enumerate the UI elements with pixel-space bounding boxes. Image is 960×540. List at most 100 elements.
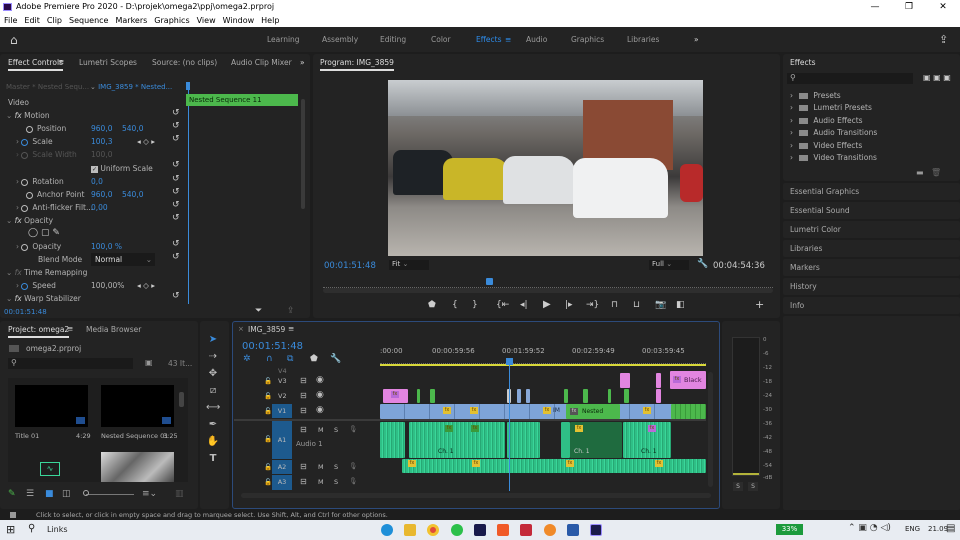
add-marker-icon[interactable]: ⬟ [428, 299, 436, 311]
timeline-horizontal-scrollbar[interactable] [241, 493, 711, 498]
pen-tool-icon[interactable]: ✒ [206, 418, 220, 432]
panel-essential-graphics[interactable]: Essential Graphics [783, 183, 960, 200]
effects-search-input[interactable]: ⚲ [787, 73, 913, 84]
anchor-x-value[interactable]: 960,0 [91, 188, 112, 201]
project-scrollbar[interactable] [179, 392, 184, 407]
track-select-tool-icon[interactable]: ⇢ [206, 350, 220, 364]
reset-icon[interactable]: ↺ [172, 108, 180, 118]
comparison-view-icon[interactable]: ◧ [676, 299, 685, 311]
workspace-libraries[interactable]: Libraries [627, 27, 659, 52]
ec-scrollbar[interactable] [301, 99, 305, 209]
solo-left-button[interactable]: S [733, 482, 743, 491]
sort-icon[interactable]: ≡⌄ [142, 489, 157, 499]
menu-file[interactable]: File [4, 14, 17, 27]
new-folder-icon[interactable]: ▬ [916, 168, 924, 177]
thumbnail-title-01[interactable] [15, 385, 88, 427]
home-icon[interactable]: ⌂ [10, 33, 18, 47]
menu-window[interactable]: Window [223, 14, 255, 27]
menu-edit[interactable]: Edit [24, 14, 40, 27]
find-icon[interactable]: ▣ [145, 358, 153, 367]
timeline-timecode[interactable]: 00:01:51:48 [242, 341, 303, 352]
track-label-a1[interactable]: A1 [272, 421, 292, 459]
voice-over-icon[interactable]: 🎙 [349, 425, 357, 433]
anti-flicker-value[interactable]: 0,00 [91, 201, 108, 214]
effects-item-audio-transitions[interactable]: › Audio Transitions [790, 128, 877, 137]
track-label-a3[interactable]: A3 [272, 475, 292, 490]
clip-a1[interactable] [507, 422, 540, 458]
clip-v2[interactable] [608, 389, 611, 403]
thumbnail-video-clip[interactable] [101, 452, 174, 482]
tab-audio-clip-mixer[interactable]: Audio Clip Mixer [231, 58, 292, 67]
clip-v2[interactable] [517, 389, 521, 403]
lock-icon[interactable]: 🔓 [264, 407, 272, 415]
razor-tool-icon[interactable]: ⧄ [206, 384, 220, 398]
clip-a1[interactable]: fx Ch. 1 [623, 422, 671, 458]
settings-wrench-icon[interactable]: 🔧 [697, 259, 708, 269]
freeform-view-icon[interactable]: ◫ [62, 489, 71, 499]
track-label-v1[interactable]: V1 [272, 404, 292, 418]
reset-icon[interactable]: ↺ [172, 200, 180, 210]
play-icon[interactable]: ▶ [543, 299, 551, 311]
mark-in-icon[interactable]: { [452, 299, 458, 311]
go-to-in-icon[interactable]: {⇤ [496, 299, 509, 311]
timeline-playhead[interactable] [506, 358, 513, 365]
slider-handle[interactable] [83, 490, 89, 496]
mark-out-icon[interactable]: } [472, 299, 478, 311]
time-remapping-effect[interactable]: ⌄ fx Time Remapping [6, 266, 87, 279]
button-editor-icon[interactable]: + [755, 299, 764, 311]
list-view-icon[interactable]: ☰ [26, 489, 34, 499]
mute-button[interactable]: M [318, 463, 324, 471]
menu-view[interactable]: View [197, 14, 216, 27]
brave-icon[interactable] [497, 524, 509, 536]
voice-over-icon[interactable]: 🎙 [349, 477, 357, 485]
audio-waveform-icon[interactable]: ∿ [40, 462, 60, 476]
toggle-sync-icon[interactable]: ⊟ [300, 425, 307, 434]
clip-a1[interactable] [380, 422, 405, 458]
workspace-audio[interactable]: Audio [526, 27, 547, 52]
effects-item-video-effects[interactable]: › Video Effects [790, 141, 862, 150]
program-zoom-scrollbar[interactable] [323, 288, 773, 293]
track-label-v2[interactable]: V2 [278, 392, 287, 400]
opacity-effect[interactable]: ⌄ fx Opacity [6, 214, 53, 227]
notification-icon[interactable]: ▤ [946, 523, 955, 534]
clip-v2[interactable] [564, 389, 568, 403]
toggle-sync-icon[interactable]: ⊟ [300, 462, 307, 471]
mute-button[interactable]: M [318, 478, 324, 486]
eye-icon[interactable]: ◉ [316, 375, 324, 385]
motion-effect[interactable]: ⌄ fx Motion [6, 109, 50, 122]
clip-v2[interactable] [417, 389, 420, 403]
ellipse-mask-icon[interactable]: ◯ [28, 228, 38, 238]
effects-item-video-transitions[interactable]: › Video Transitions [790, 153, 877, 162]
toggle-sync-icon[interactable]: ⊟ [300, 376, 307, 385]
mendeley-icon[interactable] [520, 524, 532, 536]
resolution-dropdown[interactable]: Full ⌄ [649, 260, 689, 270]
ec-timecode[interactable]: 00:01:51:48 [4, 308, 47, 316]
firefox-icon[interactable] [544, 524, 556, 536]
tab-source[interactable]: Source: (no clips) [152, 58, 217, 67]
program-playhead[interactable] [486, 278, 493, 285]
reset-icon[interactable]: ↺ [172, 121, 180, 131]
workspace-effects[interactable]: Effects [476, 27, 502, 52]
anchor-y-value[interactable]: 540,0 [122, 188, 143, 201]
rectangle-mask-icon[interactable]: ▢ [41, 228, 50, 238]
export-icon[interactable]: ⇪ [287, 306, 295, 316]
menu-graphics[interactable]: Graphics [154, 14, 189, 27]
reset-icon[interactable]: ↺ [172, 160, 180, 170]
opacity-value[interactable]: 100,0 % [91, 240, 122, 253]
work-area-bar[interactable] [380, 364, 706, 366]
lift-icon[interactable]: ⊓ [611, 299, 618, 311]
clip-selector[interactable]: ⌄ IMG_3859 * Nested... [90, 83, 172, 91]
reset-icon[interactable]: ↺ [172, 239, 180, 249]
panel-essential-sound[interactable]: Essential Sound [783, 202, 960, 219]
clip-v1-sequence[interactable]: fx fx fx IM fxNested Seque fx [380, 404, 691, 430]
add-marker-icon[interactable]: ⬟ [310, 354, 318, 364]
premiere-taskbar-icon[interactable] [590, 524, 602, 536]
selection-tool-icon[interactable]: ➤ [206, 333, 220, 347]
clip-v3[interactable] [620, 373, 630, 388]
panel-info[interactable]: Info [783, 297, 960, 314]
rotation-value[interactable]: 0,0 [91, 175, 103, 188]
close-sequence-icon[interactable]: × [238, 325, 244, 333]
pen-mask-icon[interactable]: ✎ [52, 228, 60, 238]
clip-v2[interactable]: fx [383, 389, 408, 403]
lock-icon[interactable]: 🔓 [264, 377, 272, 385]
